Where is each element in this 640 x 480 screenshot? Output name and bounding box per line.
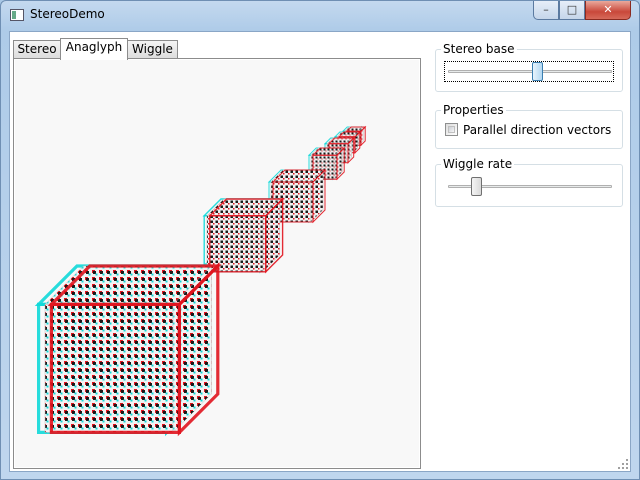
anaglyph-tab-panel [13,58,421,469]
stereo-base-track[interactable] [448,70,612,73]
maximize-icon: □ [566,3,578,16]
wiggle-rate-slider-thumb[interactable] [470,177,482,196]
main-window: StereoDemo – □ ✕ Stereo Anaglyph Wiggle … [0,0,640,480]
tab-wiggle[interactable]: Wiggle [127,40,178,59]
app-icon[interactable] [10,9,24,21]
anaglyph-3d-viewport[interactable] [15,60,419,467]
close-icon: ✕ [603,3,613,16]
tab-anaglyph[interactable]: Anaglyph [60,38,128,60]
parallel-direction-checkbox[interactable] [445,123,458,136]
wiggle-rate-header: Wiggle rate [441,157,515,171]
title-bar[interactable]: StereoDemo – □ ✕ [1,1,639,31]
wiggle-rate-group: Wiggle rate [435,157,623,207]
minimize-button[interactable]: – [533,1,559,20]
anaglyph-cube [202,197,285,274]
maximize-button[interactable]: □ [559,1,585,20]
stereo-base-slider-thumb[interactable] [532,62,544,81]
anaglyph-cube [34,262,222,437]
properties-header: Properties [441,103,506,117]
tab-stereo[interactable]: Stereo [13,40,61,59]
properties-group: Properties Parallel direction vectors [435,103,623,149]
window-title: StereoDemo [30,7,105,21]
minimize-icon: – [543,3,549,16]
stereo-base-group: Stereo base [435,42,623,92]
client-area: Stereo Anaglyph Wiggle Stereo base Prope… [9,31,631,472]
close-button[interactable]: ✕ [585,1,631,20]
stereo-base-header: Stereo base [441,42,517,56]
resize-grip-icon[interactable] [618,459,628,469]
anaglyph-scene [34,125,367,437]
parallel-direction-label[interactable]: Parallel direction vectors [463,123,611,137]
